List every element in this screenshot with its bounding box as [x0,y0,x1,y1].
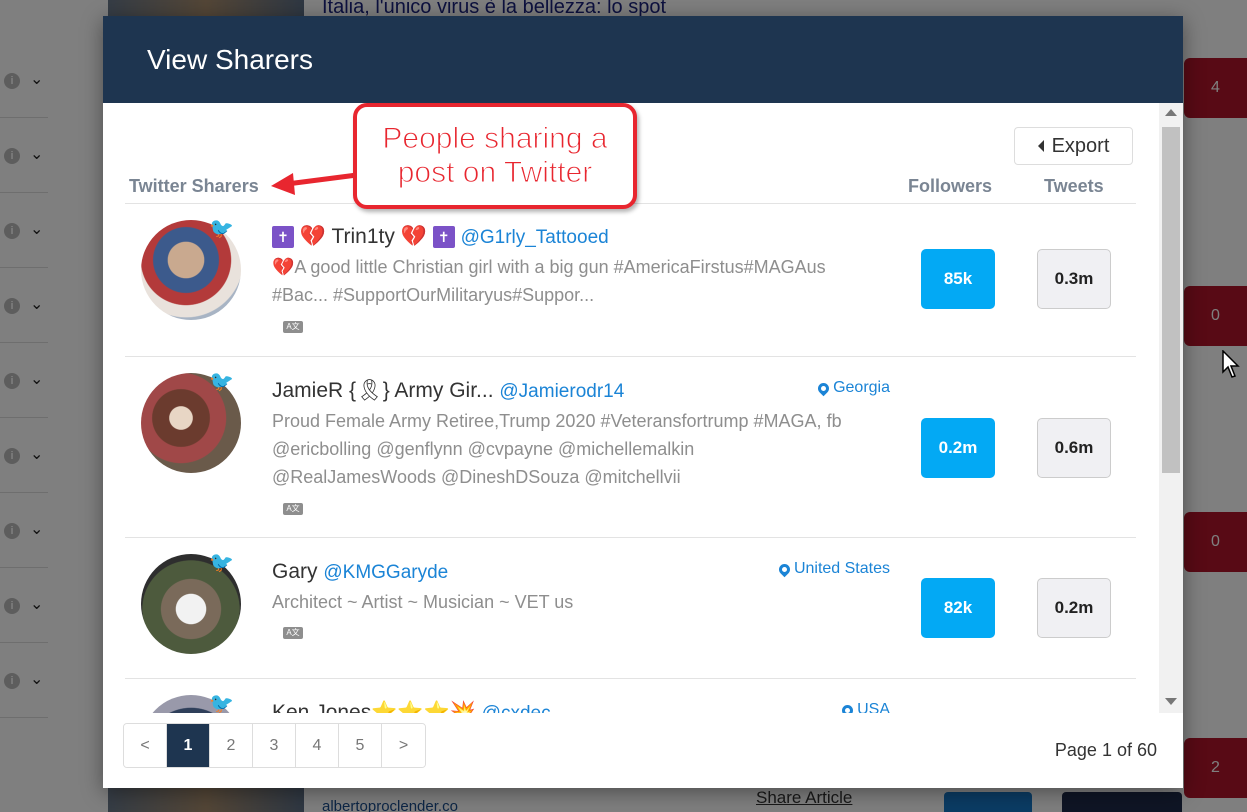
broken-heart-emoji-icon: 💔 [400,225,427,248]
annotation-callout: People sharing a post on Twitter [353,103,637,209]
twitter-bird-icon: 🐦 [209,371,234,393]
tweets-count[interactable]: 0.6m [1037,418,1111,478]
bio-line: Proud Female Army Retiree,Trump 2020 #Ve… [272,411,842,431]
scrollbar-thumb[interactable] [1162,127,1180,473]
sharer-name-line: Ken Jones⭐⭐⭐💥 @cxdec [272,701,551,713]
sharer-handle[interactable]: @Jamierodr14 [499,381,624,402]
sharer-bio: Proud Female Army Retiree,Trump 2020 #Ve… [272,407,882,491]
sharer-location[interactable]: USA [839,701,890,713]
view-sharers-modal: View Sharers Export Twitter Sharers Foll… [103,16,1183,788]
sharer-handle[interactable]: @G1rly_Tattooed [461,227,609,248]
annotation-arrow-icon [271,172,358,195]
location-label: United States [793,560,890,577]
followers-count[interactable]: 82k [921,578,995,638]
sharer-row: 🐦 JamieR {🎗} Army Gir... @Jamierodr14 Ge… [125,357,1136,538]
sharer-name-line: ✝ 💔 Trin1ty 💔 ✝ @G1rly_Tattooed [272,225,609,249]
broken-heart-emoji-icon: 💔 [299,225,326,248]
sharer-name-line: Gary @KMGGaryde [272,560,448,584]
callout-line: post on Twitter [397,156,593,190]
location-pin-icon [776,561,793,577]
sharer-handle[interactable]: @cxdec [482,703,551,713]
sharer-name[interactable]: Gary [272,560,318,583]
translate-icon[interactable]: A文 [283,627,303,639]
export-button[interactable]: Export [1014,127,1133,165]
translate-icon[interactable]: A文 [283,321,303,333]
modal-scrollbar[interactable] [1159,103,1183,713]
translate-icon[interactable]: A文 [283,503,303,515]
bio-line: @ericbolling @genflynn @cvpayne @michell… [272,439,695,459]
followers-count[interactable]: 85k [921,249,995,309]
sharer-handle[interactable]: @KMGGaryde [323,562,448,583]
export-label: Export [1051,134,1110,157]
sharer-name[interactable]: Ken Jones⭐⭐⭐💥 [272,701,476,713]
sharer-bio: 💔A good little Christian girl with a big… [272,253,882,309]
modal-body: Export Twitter Sharers Followers Tweets … [103,103,1183,713]
sharer-bio: Architect ~ Artist ~ Musician ~ VET us [272,588,882,616]
page-button-3[interactable]: 3 [253,724,296,767]
callout-line: People sharing a [382,122,608,156]
tweets-count[interactable]: 0.3m [1037,249,1111,309]
bio-line: Architect ~ Artist ~ Musician ~ VET us [272,592,574,612]
prev-page-button[interactable]: < [124,724,167,767]
location-label: Georgia [833,379,890,396]
bio-line: @RealJamesWoods @DineshDSouza @mitchellv… [272,467,681,487]
sharer-row: 🐦 Ken Jones⭐⭐⭐💥 @cxdec USA [125,679,1136,713]
location-label: USA [857,701,890,713]
twitter-bird-icon: 🐦 [209,693,234,713]
column-header-followers[interactable]: Followers [908,176,992,197]
cross-emoji-icon: ✝ [432,226,455,249]
page-count: Page 1 of 60 [1054,740,1157,760]
sharer-name-line: JamieR {🎗} Army Gir... @Jamierodr14 [272,379,624,403]
tweets-count[interactable]: 0.2m [1037,578,1111,638]
page-button-1[interactable]: 1 [167,724,210,767]
column-header-tweets[interactable]: Tweets [1044,176,1104,197]
pagination: < 1 2 3 4 5 > [123,723,426,768]
mouse-cursor-icon [1222,350,1240,378]
sharer-row: 🐦 ✝ 💔 Trin1ty 💔 ✝ @G1rly_Tattooed 💔A goo… [125,204,1136,357]
modal-header: View Sharers [103,16,1183,103]
scroll-up-arrow-icon[interactable] [1165,109,1177,116]
twitter-bird-icon: 🐦 [209,218,234,240]
caret-left-icon [1037,140,1044,152]
scroll-down-arrow-icon[interactable] [1165,698,1177,705]
cross-emoji-icon: ✝ [272,226,294,249]
page-button-4[interactable]: 4 [296,724,339,767]
next-page-button[interactable]: > [382,724,425,767]
sharer-name[interactable]: JamieR {🎗} Army Gir... [272,379,494,402]
sharer-location[interactable]: United States [776,560,890,578]
sharer-name[interactable]: Trin1ty [331,225,394,248]
followers-count[interactable]: 0.2m [921,418,995,478]
page-button-5[interactable]: 5 [339,724,382,767]
bio-line: #Bac... #SupportOurMilitaryus#Suppor... [272,285,595,305]
location-pin-icon [839,702,856,713]
sharer-row: 🐦 Gary @KMGGaryde United States Architec… [125,538,1136,679]
column-header-sharers: Twitter Sharers [129,176,259,196]
sharer-location[interactable]: Georgia [815,379,890,397]
location-pin-icon [815,380,832,396]
page-button-2[interactable]: 2 [210,724,253,767]
twitter-bird-icon: 🐦 [209,552,234,574]
bio-line: 💔A good little Christian girl with a big… [272,257,826,277]
modal-title: View Sharers [147,43,314,75]
